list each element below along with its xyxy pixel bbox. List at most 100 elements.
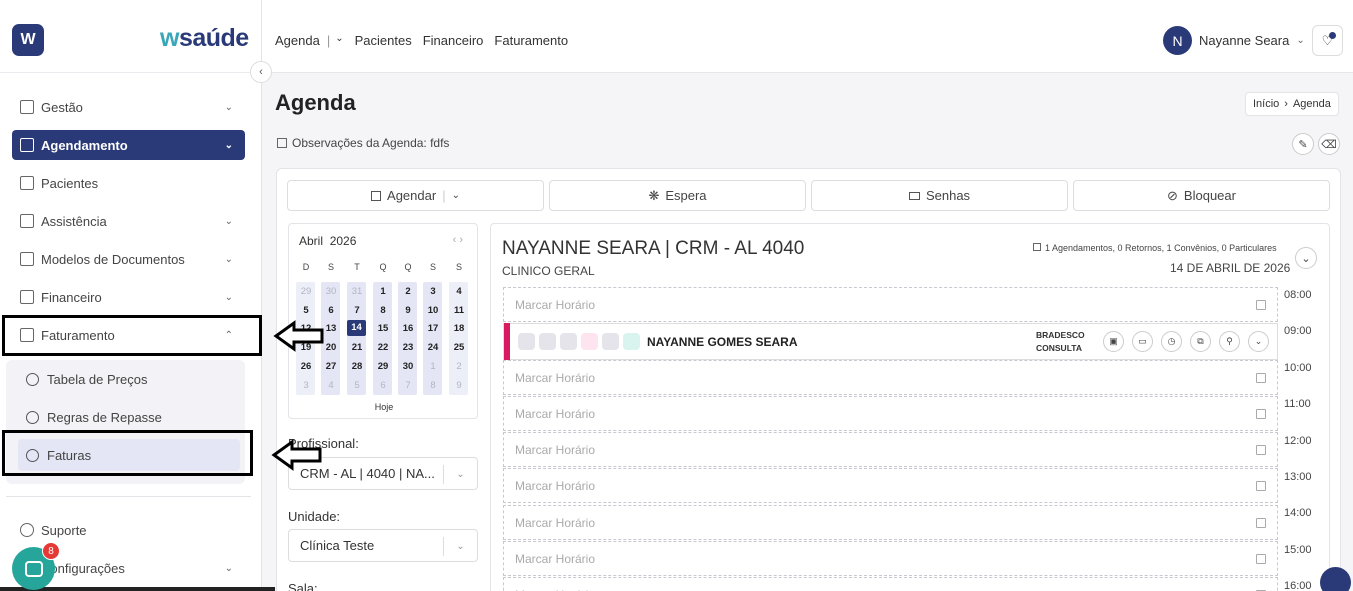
- unidade-select[interactable]: Clínica Teste ⌄: [288, 529, 478, 562]
- calendar-day[interactable]: 2: [448, 361, 470, 372]
- bloquear-button[interactable]: ⊘ Bloquear: [1073, 180, 1330, 211]
- sidebar-item-pacientes[interactable]: Pacientes: [12, 168, 245, 198]
- doctor-specialty: CLINICO GERAL: [502, 264, 595, 278]
- calendar-day[interactable]: 30: [320, 286, 342, 297]
- calendar-day[interactable]: 21: [346, 342, 368, 353]
- empty-time-slot[interactable]: Marcar Horário: [503, 577, 1278, 591]
- calendar-day[interactable]: 14: [347, 320, 366, 336]
- calendar-day[interactable]: 25: [448, 342, 470, 353]
- topnav-separator: |: [326, 33, 331, 48]
- calendar-day[interactable]: 3: [295, 380, 317, 391]
- today-button[interactable]: Hoje: [289, 402, 479, 412]
- sidebar-item-gestao[interactable]: Gestão ⌄: [12, 92, 245, 122]
- calendar-day[interactable]: 27: [320, 361, 342, 372]
- topnav-financeiro[interactable]: Financeiro: [423, 33, 484, 48]
- chevron-down-icon[interactable]: ⌄: [452, 190, 460, 201]
- calendar-day[interactable]: 23: [397, 342, 419, 353]
- calendar-day[interactable]: 2: [397, 286, 419, 297]
- sidebar-item-suporte[interactable]: Suporte: [12, 515, 245, 545]
- calendar-day[interactable]: 17: [422, 323, 444, 334]
- empty-time-slot[interactable]: Marcar Horário: [503, 541, 1278, 576]
- avatar: N: [1163, 26, 1192, 55]
- notifications-button[interactable]: ♡: [1312, 25, 1343, 56]
- chevron-down-icon: ⌄: [224, 101, 233, 113]
- submenu-item-regras-repasse[interactable]: Regras de Repasse: [18, 401, 240, 433]
- empty-time-slot[interactable]: Marcar Horário: [503, 360, 1278, 395]
- breadcrumb-home[interactable]: Início: [1253, 98, 1279, 110]
- chevron-down-icon: ⌄: [224, 253, 233, 265]
- card-button[interactable]: ▣: [1103, 331, 1124, 352]
- agendar-button[interactable]: Agendar | ⌄: [287, 180, 544, 211]
- calendar-day[interactable]: 8: [422, 380, 444, 391]
- calendar-day[interactable]: 29: [372, 361, 394, 372]
- sidebar-item-assistencia[interactable]: Assistência ⌄: [12, 206, 245, 236]
- chevron-down-icon: ⌄: [224, 215, 233, 227]
- chat-icon: [24, 560, 43, 577]
- calendar-day[interactable]: 30: [397, 361, 419, 372]
- submenu-item-tabela-precos[interactable]: Tabela de Preços: [18, 363, 240, 395]
- topnav-faturamento[interactable]: Faturamento: [494, 33, 568, 48]
- topnav-pacientes[interactable]: Pacientes: [355, 33, 412, 48]
- empty-time-slot[interactable]: Marcar Horário: [503, 287, 1278, 322]
- calendar-day[interactable]: 1: [422, 361, 444, 372]
- empty-time-slot[interactable]: Marcar Horário: [503, 468, 1278, 503]
- patient-icon: [20, 176, 34, 190]
- calendar-day[interactable]: 7: [346, 305, 368, 316]
- empty-time-slot[interactable]: Marcar Horário: [503, 505, 1278, 540]
- calendar-day[interactable]: 24: [422, 342, 444, 353]
- topnav-agenda[interactable]: Agenda: [275, 33, 320, 48]
- calendar-day[interactable]: 16: [397, 323, 419, 334]
- reschedule-button[interactable]: ◷: [1161, 331, 1182, 352]
- pencil-icon: ✎: [1298, 138, 1308, 151]
- patient-name[interactable]: NAYANNE GOMES SEARA: [647, 335, 797, 349]
- chevron-down-icon[interactable]: ⌄: [335, 33, 343, 48]
- calendar-day[interactable]: 26: [295, 361, 317, 372]
- calendar-day[interactable]: 8: [372, 305, 394, 316]
- calendar-day[interactable]: 5: [295, 305, 317, 316]
- calendar-day[interactable]: 28: [346, 361, 368, 372]
- calendar-day[interactable]: 6: [320, 305, 342, 316]
- chevron-down-icon: ⌄: [1301, 252, 1311, 265]
- empty-time-slot[interactable]: Marcar Horário: [503, 396, 1278, 431]
- calendar-day[interactable]: 29: [295, 286, 317, 297]
- monitor-button[interactable]: ▭: [1132, 331, 1153, 352]
- app-logo[interactable]: W: [12, 24, 44, 56]
- calendar-day[interactable]: 9: [397, 305, 419, 316]
- notification-dot: [1329, 32, 1336, 39]
- clear-observations-button[interactable]: ⌫: [1318, 133, 1340, 155]
- search-button[interactable]: ⚲: [1219, 331, 1240, 352]
- calendar-day[interactable]: 4: [320, 380, 342, 391]
- calendar-day[interactable]: 22: [372, 342, 394, 353]
- edit-observations-button[interactable]: ✎: [1292, 133, 1314, 155]
- help-chat-button[interactable]: [1320, 567, 1351, 591]
- calendar-day[interactable]: 10: [422, 305, 444, 316]
- user-menu[interactable]: N Nayanne Seara ⌄: [1163, 26, 1305, 55]
- calendar-day[interactable]: 6: [372, 380, 394, 391]
- sidebar-item-financeiro[interactable]: Financeiro ⌄: [12, 282, 245, 312]
- senhas-button[interactable]: Senhas: [811, 180, 1068, 211]
- chevron-right-icon[interactable]: ›: [459, 234, 463, 246]
- empty-time-slot[interactable]: Marcar Horário: [503, 432, 1278, 467]
- calendar-day[interactable]: 11: [448, 305, 470, 316]
- expand-schedule-button[interactable]: ⌄: [1295, 247, 1317, 269]
- chevron-down-icon: ⌄: [224, 139, 233, 151]
- sidebar-item-agendamento[interactable]: Agendamento ⌄: [12, 130, 245, 160]
- more-button[interactable]: ⌄: [1248, 331, 1269, 352]
- espera-button[interactable]: ❋ Espera: [549, 180, 806, 211]
- copy-button[interactable]: ⧉: [1190, 331, 1211, 352]
- calendar-day[interactable]: 9: [448, 380, 470, 391]
- calendar-day[interactable]: 7: [397, 380, 419, 391]
- sidebar-collapse-button[interactable]: ‹: [250, 61, 272, 83]
- calendar-day[interactable]: 5: [346, 380, 368, 391]
- calendar-icon: [1256, 373, 1266, 383]
- document-icon: [20, 100, 34, 114]
- calendar-day[interactable]: 4: [448, 286, 470, 297]
- calendar-day[interactable]: 15: [372, 323, 394, 334]
- calendar-day[interactable]: 31: [346, 286, 368, 297]
- calendar-day[interactable]: 18: [448, 323, 470, 334]
- calendar-day[interactable]: 3: [422, 286, 444, 297]
- chevron-down-icon: ⌄: [443, 465, 477, 484]
- calendar-day[interactable]: 1: [372, 286, 394, 297]
- chevron-left-icon[interactable]: ‹: [453, 234, 457, 246]
- sidebar-item-modelos-documentos[interactable]: Modelos de Documentos ⌄: [12, 244, 245, 274]
